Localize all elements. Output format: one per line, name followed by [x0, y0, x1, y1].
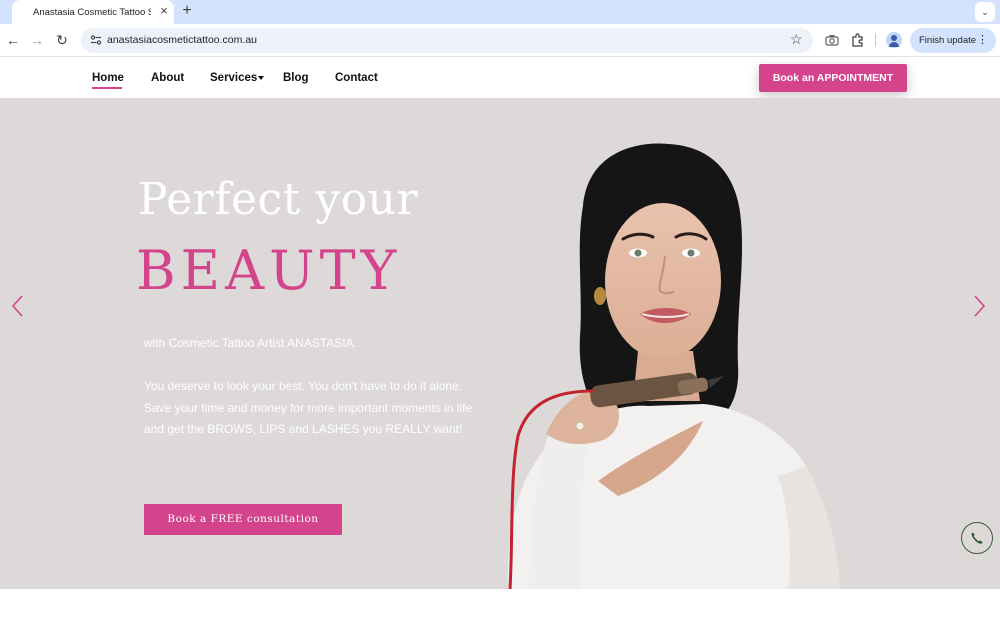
- page-content-area: [0, 589, 1000, 621]
- browser-menu-icon[interactable]: ⋮: [977, 28, 988, 53]
- hero-title-line2: BEAUTY: [136, 239, 402, 302]
- services-dropdown-caret-icon[interactable]: [258, 76, 264, 80]
- nav-services[interactable]: Services: [210, 72, 257, 84]
- chevron-left-icon[interactable]: [11, 294, 25, 318]
- hero-body-text: You deserve to look your best. You don't…: [144, 376, 484, 441]
- site-header: Home About Services Blog Contact Book an…: [0, 57, 1000, 98]
- nav-active-underline: [92, 87, 122, 89]
- toolbar-separator: [875, 33, 876, 47]
- hero-body-line1: You deserve to look your best. You don't…: [144, 379, 463, 393]
- nav-blog[interactable]: Blog: [283, 72, 309, 84]
- nav-about[interactable]: About: [151, 72, 184, 84]
- finish-update-label: Finish update: [919, 35, 977, 46]
- browser-tab-bar: Anastasia Cosmetic Tattoo St × + ⌄: [0, 0, 1000, 24]
- profile-avatar-icon[interactable]: [886, 32, 902, 48]
- camera-icon[interactable]: [824, 32, 840, 48]
- address-bar[interactable]: anastasiacosmetictattoo.com.au ☆: [81, 28, 813, 53]
- extensions-puzzle-icon[interactable]: [850, 32, 866, 48]
- call-button[interactable]: [961, 522, 993, 554]
- free-consultation-button[interactable]: Book a FREE consultation: [144, 504, 342, 535]
- nav-home[interactable]: Home: [92, 72, 124, 84]
- hero-body-line2: Save your time and money for more import…: [144, 400, 473, 437]
- browser-toolbar: ← → ↻ anastasiacosmetictattoo.com.au ☆ F…: [0, 24, 1000, 57]
- back-arrow-icon[interactable]: ←: [4, 31, 22, 49]
- url-text[interactable]: anastasiacosmetictattoo.com.au: [107, 34, 257, 46]
- forward-arrow-icon[interactable]: →: [28, 31, 46, 49]
- nav-contact[interactable]: Contact: [335, 72, 378, 84]
- chevron-right-icon[interactable]: [972, 294, 986, 318]
- tab-title: Anastasia Cosmetic Tattoo St: [33, 6, 151, 18]
- tab-close-icon[interactable]: ×: [157, 4, 171, 18]
- tab-search-chevron-icon[interactable]: ⌄: [975, 2, 995, 22]
- hero-slider: Perfect your BEAUTY with Cosmetic Tattoo…: [0, 98, 1000, 589]
- hero-title-line1: Perfect your: [138, 174, 419, 225]
- bookmark-star-icon[interactable]: ☆: [790, 31, 803, 48]
- book-appointment-button[interactable]: Book an APPOINTMENT: [759, 64, 907, 92]
- new-tab-icon[interactable]: +: [179, 3, 195, 19]
- hero-subtitle: with Cosmetic Tattoo Artist ANASTASIA.: [144, 336, 357, 350]
- phone-icon: [971, 532, 983, 544]
- reload-icon[interactable]: ↻: [53, 31, 71, 49]
- site-info-icon[interactable]: [90, 34, 102, 46]
- finish-update-button[interactable]: Finish update ⋮: [910, 28, 996, 53]
- artist-portrait-image: [507, 143, 840, 589]
- browser-tab-active[interactable]: Anastasia Cosmetic Tattoo St ×: [12, 0, 174, 24]
